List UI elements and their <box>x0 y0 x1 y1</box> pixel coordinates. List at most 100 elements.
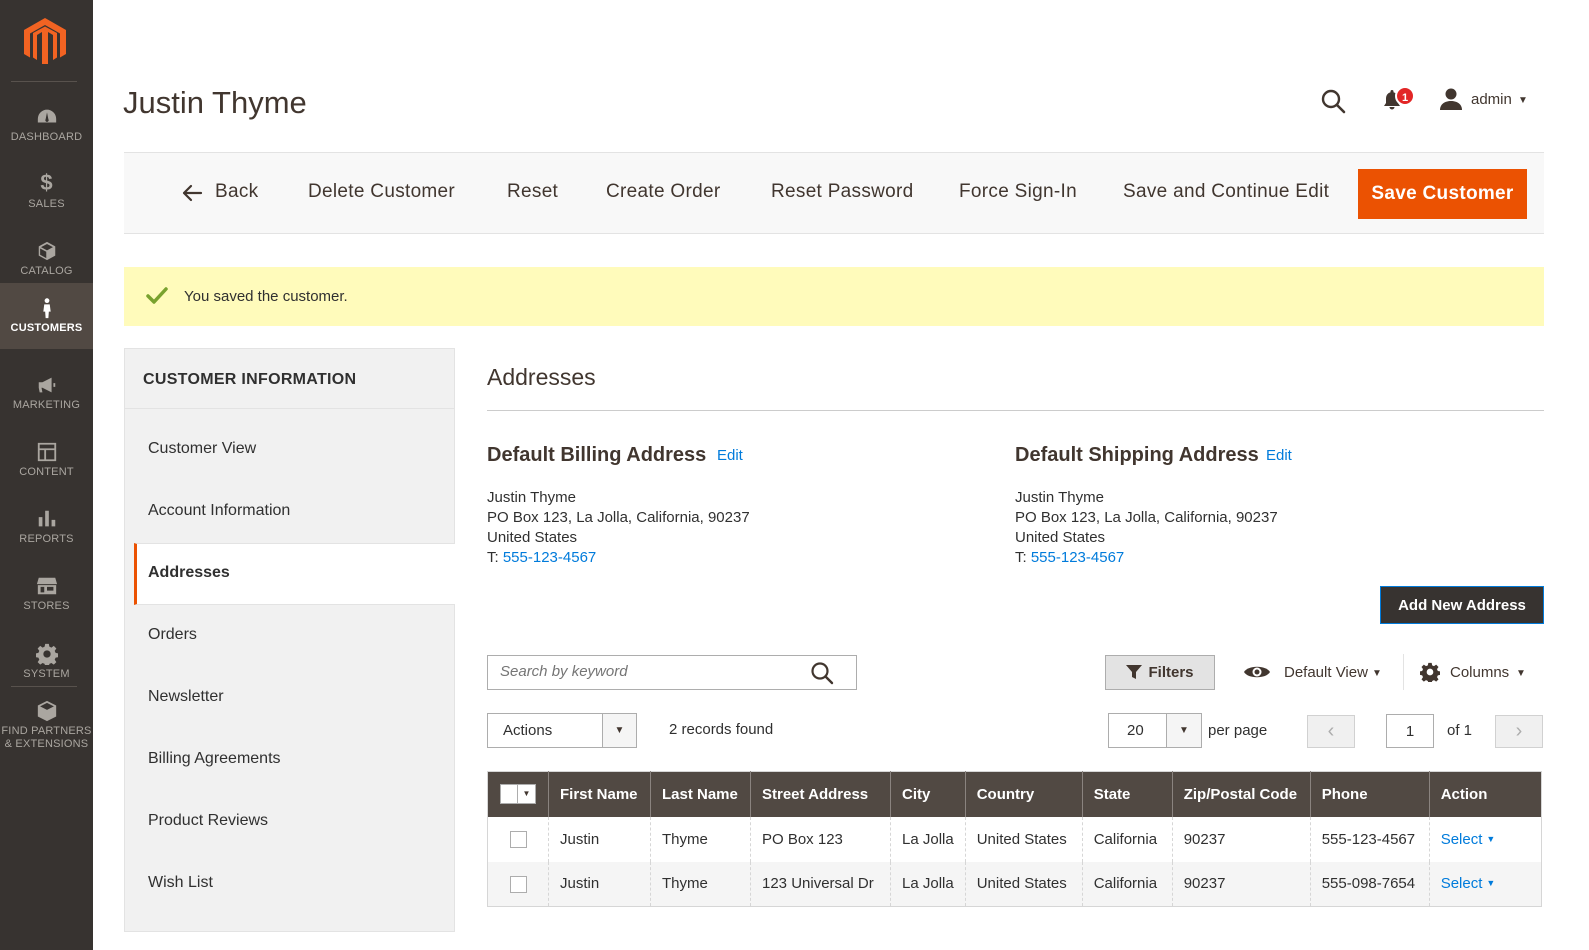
col-first-name[interactable]: First Name <box>548 771 651 817</box>
cell-zip: 90237 <box>1171 861 1311 907</box>
store-icon <box>0 572 93 598</box>
cell-phone: 555-123-4567 <box>1309 816 1430 862</box>
shipping-phone-link[interactable]: 555-123-4567 <box>1031 549 1124 566</box>
section-divider <box>487 410 1544 411</box>
row-select-cell <box>487 816 549 862</box>
filters-button[interactable]: Filters <box>1105 655 1215 690</box>
delete-customer-button[interactable]: Delete Customer <box>308 181 455 203</box>
chevron-down-icon[interactable]: ▼ <box>602 714 636 747</box>
nav-stores[interactable]: STORES <box>0 561 93 627</box>
next-page-button[interactable]: › <box>1495 715 1543 748</box>
notifications-badge[interactable]: 1 <box>1395 86 1415 106</box>
page-number-input[interactable] <box>1386 714 1434 748</box>
chevron-down-icon[interactable]: ▼ <box>1372 668 1382 679</box>
mass-select-checkbox[interactable] <box>502 786 518 803</box>
col-zip[interactable]: Zip/Postal Code <box>1171 771 1311 817</box>
nav-marketing[interactable]: MARKETING <box>0 360 93 426</box>
cell-zip: 90237 <box>1171 816 1311 862</box>
grid-header-row: ▼ First Name Last Name Street Address Ci… <box>487 771 1542 817</box>
mass-select-dropdown[interactable]: ▼ <box>500 784 536 805</box>
tab-billing-agreements[interactable]: Billing Agreements <box>125 730 454 792</box>
nav-dashboard[interactable]: DASHBOARD <box>0 92 93 158</box>
prev-page-button[interactable]: ‹ <box>1307 715 1355 748</box>
actions-dropdown[interactable]: Actions ▼ <box>487 713 637 748</box>
chevron-down-icon[interactable]: ▼ <box>1518 95 1528 106</box>
nav-sales[interactable]: $ SALES <box>0 159 93 225</box>
billing-phone-link[interactable]: 555-123-4567 <box>503 549 596 566</box>
billing-address-heading: Default Billing Address <box>487 444 707 466</box>
records-count: 2 records found <box>669 721 774 738</box>
success-message: You saved the customer. <box>124 267 1544 326</box>
arrow-left-icon[interactable] <box>182 183 204 203</box>
tab-addresses[interactable]: Addresses <box>134 543 455 605</box>
row-checkbox[interactable] <box>510 830 527 848</box>
tab-label: Wish List <box>148 874 213 891</box>
default-view-dropdown[interactable]: Default View <box>1284 664 1368 681</box>
user-icon[interactable] <box>1440 87 1462 111</box>
chevron-down-icon: ▼ <box>1486 833 1496 844</box>
person-icon <box>0 294 93 320</box>
search-icon[interactable] <box>1320 88 1346 114</box>
columns-dropdown[interactable]: Columns <box>1450 664 1509 681</box>
tabs-title: CUSTOMER INFORMATION <box>143 371 357 388</box>
col-last-name[interactable]: Last Name <box>650 771 751 817</box>
col-street-address[interactable]: Street Address <box>750 771 891 817</box>
cell-state: California <box>1081 816 1173 862</box>
chevron-down-icon[interactable]: ▼ <box>1166 714 1201 747</box>
nav-catalog-label: CATALOG <box>20 265 73 277</box>
force-signin-button[interactable]: Force Sign-In <box>959 181 1077 203</box>
row-checkbox[interactable] <box>510 875 527 893</box>
nav-system-label: SYSTEM <box>23 668 70 680</box>
magento-logo-icon[interactable] <box>24 18 66 64</box>
row-select-action[interactable]: Select ▼ <box>1441 875 1496 892</box>
reset-button[interactable]: Reset <box>507 181 558 203</box>
add-new-address-button[interactable]: Add New Address <box>1380 586 1544 624</box>
page-actions-toolbar: Back Delete Customer Reset Create Order … <box>124 152 1544 234</box>
tab-wish-list[interactable]: Wish List <box>125 854 454 916</box>
tab-label: Addresses <box>148 564 230 581</box>
tab-account-information[interactable]: Account Information <box>125 482 454 544</box>
reset-password-button[interactable]: Reset Password <box>771 181 914 203</box>
nav-find-partners[interactable]: FIND PARTNERS & EXTENSIONS <box>0 686 93 756</box>
admin-user-menu[interactable]: admin <box>1471 91 1512 108</box>
tab-customer-view[interactable]: Customer View <box>125 420 454 482</box>
nav-customers[interactable]: CUSTOMERS <box>0 283 93 349</box>
eye-icon[interactable] <box>1243 663 1271 681</box>
create-order-button[interactable]: Create Order <box>606 181 720 203</box>
tab-product-reviews[interactable]: Product Reviews <box>125 792 454 854</box>
back-button[interactable]: Back <box>215 181 258 203</box>
per-page-value: 20 <box>1127 722 1144 739</box>
search-icon[interactable] <box>810 661 834 685</box>
chevron-down-icon[interactable]: ▼ <box>1516 668 1526 679</box>
chevron-down-icon[interactable]: ▼ <box>517 785 535 804</box>
nav-content[interactable]: CONTENT <box>0 427 93 493</box>
tab-label: Product Reviews <box>148 812 269 829</box>
save-customer-button[interactable]: Save Customer <box>1358 169 1527 219</box>
col-action: Action <box>1428 771 1542 817</box>
tab-orders[interactable]: Orders <box>125 606 454 668</box>
keyword-search <box>487 655 857 690</box>
cell-phone: 555-098-7654 <box>1309 861 1430 907</box>
col-country[interactable]: Country <box>964 771 1083 817</box>
row-select-action[interactable]: Select ▼ <box>1441 831 1496 848</box>
nav-reports[interactable]: REPORTS <box>0 494 93 560</box>
cube-icon <box>0 237 93 263</box>
edit-billing-link[interactable]: Edit <box>717 447 743 464</box>
col-phone[interactable]: Phone <box>1309 771 1430 817</box>
shipping-country: United States <box>1015 529 1106 546</box>
save-continue-button[interactable]: Save and Continue Edit <box>1123 181 1329 203</box>
billing-phone-prefix: T: <box>487 549 503 566</box>
gear-icon <box>0 640 93 667</box>
edit-shipping-link[interactable]: Edit <box>1266 447 1292 464</box>
tab-label: Billing Agreements <box>148 750 281 767</box>
gear-icon[interactable] <box>1420 662 1440 682</box>
cell-street: PO Box 123 <box>750 816 891 862</box>
cell-last-name: Thyme <box>650 861 751 907</box>
col-state[interactable]: State <box>1081 771 1173 817</box>
nav-customers-label: CUSTOMERS <box>10 322 83 334</box>
per-page-dropdown[interactable]: 20 ▼ <box>1108 713 1202 748</box>
search-input[interactable] <box>500 663 800 680</box>
col-city[interactable]: City <box>890 771 966 817</box>
tabs-divider <box>125 408 454 409</box>
tab-newsletter[interactable]: Newsletter <box>125 668 454 730</box>
